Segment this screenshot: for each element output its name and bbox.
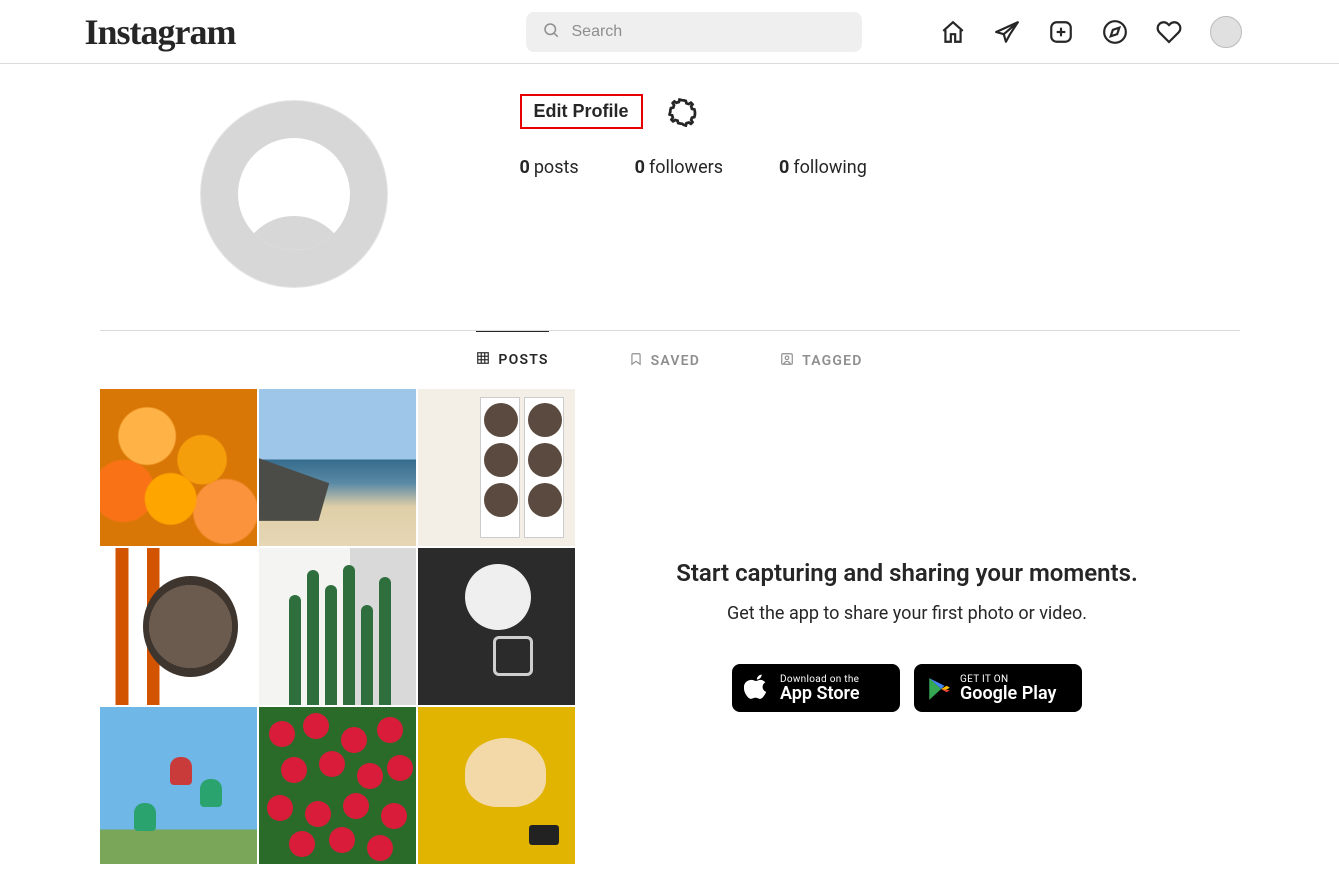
stat-posts: 0posts [520,157,579,178]
profile-content: Start capturing and sharing your moments… [100,389,1240,864]
search-box[interactable] [526,12,862,52]
tab-posts[interactable]: POSTS [476,331,548,389]
gplay-big-text: Google Play [960,685,1056,703]
stat-followers-count: 0 [635,157,645,178]
page-content: Edit Profile 0posts 0followers 0followin… [80,64,1260,864]
sample-tile [418,707,575,864]
stat-followers[interactable]: 0followers [635,157,723,178]
search-wrap [526,12,862,52]
sample-tile [259,707,416,864]
sample-tile [259,389,416,546]
profile-tabs: POSTS SAVED TAGGED [100,331,1240,389]
profile-actions-row: Edit Profile [520,94,1240,129]
stat-posts-label: posts [534,157,579,178]
app-logo[interactable]: Instagram [85,11,236,53]
explore-icon[interactable] [1102,19,1128,45]
sample-tile [100,389,257,546]
activity-icon[interactable] [1156,19,1182,45]
apple-logo-icon [744,673,770,703]
app-store-button[interactable]: Download on the App Store [732,664,900,712]
tab-posts-label: POSTS [498,352,548,368]
sample-tile [418,548,575,705]
messages-icon[interactable] [994,19,1020,45]
new-post-icon[interactable] [1048,19,1074,45]
settings-gear-icon[interactable] [667,97,697,127]
tab-saved-label: SAVED [651,353,700,369]
sample-tile [259,548,416,705]
avatar-container [200,100,390,290]
tab-tagged[interactable]: TAGGED [780,331,862,389]
nav-icons [940,16,1242,48]
grid-icon [476,351,490,369]
bookmark-icon [629,352,643,370]
sample-posts-grid [100,389,575,864]
google-play-icon [926,676,950,700]
sample-tile [418,389,575,546]
appstore-big-text: App Store [780,685,860,703]
edit-profile-button[interactable]: Edit Profile [520,94,643,129]
search-icon [542,21,560,43]
store-buttons: Download on the App Store GET IT ON Goog… [732,664,1082,712]
stat-following-label: following [793,157,867,178]
google-play-button[interactable]: GET IT ON Google Play [914,664,1082,712]
top-nav: Instagram [0,0,1339,64]
stat-following-count: 0 [779,157,789,178]
top-nav-inner: Instagram [30,11,1310,53]
sample-tile [100,707,257,864]
tab-saved[interactable]: SAVED [629,331,700,389]
search-input[interactable] [572,23,846,41]
promo-subtext: Get the app to share your first photo or… [727,603,1087,624]
tagged-icon [780,352,794,370]
profile-header: Edit Profile 0posts 0followers 0followin… [100,64,1240,331]
stat-posts-count: 0 [520,157,530,178]
tab-tagged-label: TAGGED [802,353,862,369]
profile-avatar-small[interactable] [1210,16,1242,48]
promo-headline: Start capturing and sharing your moments… [676,559,1138,587]
profile-meta: Edit Profile 0posts 0followers 0followin… [520,100,1240,290]
stat-following[interactable]: 0following [779,157,867,178]
get-app-promo: Start capturing and sharing your moments… [575,389,1240,864]
profile-avatar[interactable] [200,100,388,288]
stat-followers-label: followers [649,157,723,178]
home-icon[interactable] [940,19,966,45]
profile-stats: 0posts 0followers 0following [520,157,1240,178]
sample-tile [100,548,257,705]
